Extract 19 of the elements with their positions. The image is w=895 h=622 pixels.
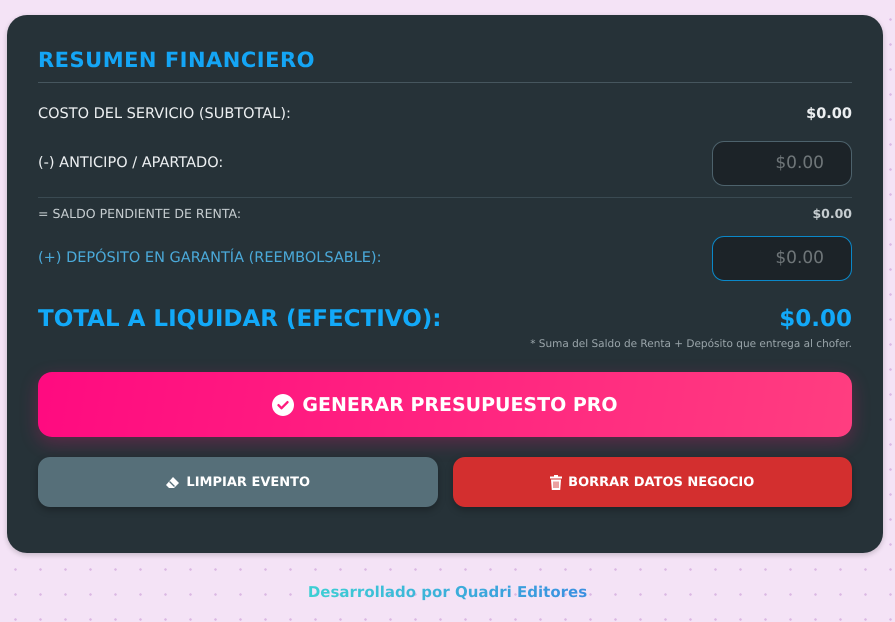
- amount-input[interactable]: $0.00: [712, 140, 852, 186]
- row-value: $0.00: [806, 106, 852, 122]
- generate-button[interactable]: GENERAR PRESUPUESTO PRO: [38, 372, 852, 437]
- row-label: (-) ANTICIPO / APARTADO:: [38, 155, 224, 171]
- eraser-icon: [165, 476, 180, 488]
- check-circle-icon: [272, 394, 294, 416]
- trash-icon: [550, 474, 562, 490]
- row-value: $0.00: [812, 206, 852, 220]
- footer-credit: Desarrollado por Quadri Editores: [308, 583, 588, 601]
- row-label: (+) DEPÓSITO EN GARANTÍA (REEMBOLSABLE):: [38, 250, 382, 266]
- amount-input[interactable]: $0.00: [712, 236, 852, 280]
- total-value: $0.00: [779, 306, 852, 332]
- row-label: = SALDO PENDIENTE DE RENTA:: [38, 206, 242, 220]
- delete-button[interactable]: BORRAR DATOS NEGOCIO: [452, 457, 852, 507]
- total-label: TOTAL A LIQUIDAR (EFECTIVO):: [38, 306, 442, 332]
- section-title: RESUMEN FINANCIERO: [38, 47, 316, 74]
- row-label: COSTO DEL SERVICIO (SUBTOTAL):: [38, 106, 291, 122]
- clear-button[interactable]: LIMPIAR EVENTO: [38, 457, 438, 507]
- total-note: * Suma del Saldo de Renta + Depósito que entrega al chofer.: [529, 338, 852, 350]
